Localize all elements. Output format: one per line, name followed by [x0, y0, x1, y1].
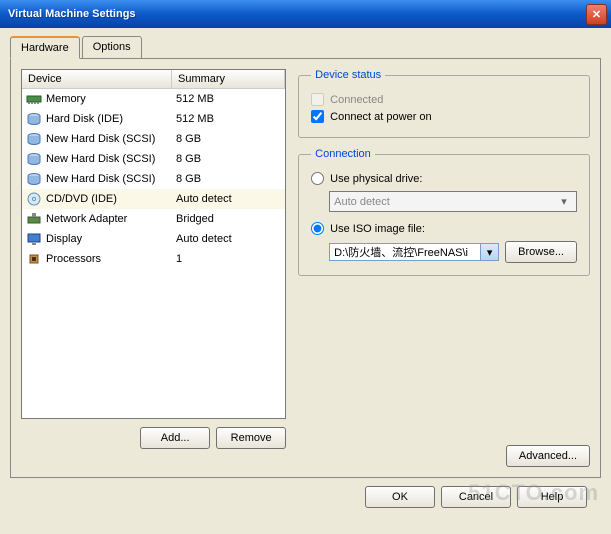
device-summary: 8 GB — [176, 133, 201, 145]
table-row[interactable]: Processors 1 — [22, 249, 285, 269]
connected-row: Connected — [311, 91, 577, 108]
device-name: New Hard Disk (SCSI) — [46, 173, 155, 185]
physical-drive-row[interactable]: Use physical drive: — [311, 170, 577, 187]
table-row[interactable]: Display Auto detect — [22, 229, 285, 249]
table-row[interactable]: New Hard Disk (SCSI) 8 GB — [22, 129, 285, 149]
physical-drive-value: Auto detect — [334, 196, 390, 208]
device-summary: Auto detect — [176, 193, 232, 205]
table-row[interactable]: CD/DVD (IDE) Auto detect — [22, 189, 285, 209]
disk-icon — [26, 131, 42, 147]
physical-drive-dropdown: Auto detect ▾ — [329, 191, 577, 212]
advanced-row: Advanced... — [298, 445, 590, 467]
chevron-down-icon: ▾ — [556, 195, 572, 208]
disk-icon — [26, 151, 42, 167]
device-status-group: Device status Connected Connect at power… — [298, 69, 590, 138]
device-summary: 1 — [176, 253, 182, 265]
iso-radio[interactable] — [311, 222, 324, 235]
physical-drive-label: Use physical drive: — [330, 173, 422, 185]
device-button-row: Add... Remove — [21, 427, 286, 449]
iso-label: Use ISO image file: — [330, 223, 425, 235]
iso-dropdown-button[interactable]: ▾ — [480, 244, 498, 260]
help-button[interactable]: Help — [517, 486, 587, 508]
cancel-button[interactable]: Cancel — [441, 486, 511, 508]
device-summary: 8 GB — [176, 153, 201, 165]
cd-icon — [26, 191, 42, 207]
close-button[interactable]: ✕ — [586, 4, 607, 25]
device-summary: Auto detect — [176, 233, 232, 245]
header-summary[interactable]: Summary — [172, 70, 285, 88]
device-name: New Hard Disk (SCSI) — [46, 153, 155, 165]
iso-combobox[interactable]: ▾ — [329, 243, 499, 261]
power-on-checkbox[interactable] — [311, 110, 324, 123]
content-area: Hardware Options Device Summary Memory 51… — [0, 28, 611, 516]
table-row[interactable]: Network Adapter Bridged — [22, 209, 285, 229]
device-summary: 8 GB — [176, 173, 201, 185]
advanced-button[interactable]: Advanced... — [506, 445, 590, 467]
device-summary: 512 MB — [176, 93, 214, 105]
add-button[interactable]: Add... — [140, 427, 210, 449]
physical-drive-radio[interactable] — [311, 172, 324, 185]
connected-checkbox — [311, 93, 324, 106]
device-summary: 512 MB — [176, 113, 214, 125]
memory-icon — [26, 91, 42, 107]
connected-label: Connected — [330, 94, 383, 106]
display-icon — [26, 231, 42, 247]
iso-input-row: ▾ Browse... — [329, 241, 577, 263]
power-on-label: Connect at power on — [330, 111, 432, 123]
device-name: Hard Disk (IDE) — [46, 113, 123, 125]
disk-icon — [26, 171, 42, 187]
chevron-down-icon: ▾ — [487, 246, 493, 259]
table-row[interactable]: New Hard Disk (SCSI) 8 GB — [22, 169, 285, 189]
table-row[interactable]: New Hard Disk (SCSI) 8 GB — [22, 149, 285, 169]
table-row[interactable]: Memory 512 MB — [22, 89, 285, 109]
network-icon — [26, 211, 42, 227]
device-table-header: Device Summary — [22, 70, 285, 89]
tab-bar: Hardware Options — [10, 36, 601, 59]
close-icon: ✕ — [592, 8, 601, 21]
titlebar: Virtual Machine Settings ✕ — [0, 0, 611, 28]
device-name: Network Adapter — [46, 213, 127, 225]
settings-panel: Device status Connected Connect at power… — [298, 69, 590, 467]
window-title: Virtual Machine Settings — [8, 8, 586, 20]
device-name: CD/DVD (IDE) — [46, 193, 117, 205]
browse-button[interactable]: Browse... — [505, 241, 577, 263]
hardware-list-panel: Device Summary Memory512 MBHard Disk (ID… — [21, 69, 286, 467]
tab-hardware[interactable]: Hardware — [10, 36, 80, 59]
remove-button[interactable]: Remove — [216, 427, 286, 449]
cpu-icon — [26, 251, 42, 267]
iso-path-input[interactable] — [330, 244, 480, 260]
device-name: New Hard Disk (SCSI) — [46, 133, 155, 145]
tab-options[interactable]: Options — [82, 36, 142, 59]
device-name: Memory — [46, 93, 86, 105]
header-device[interactable]: Device — [22, 70, 172, 88]
device-name: Display — [46, 233, 82, 245]
connection-group: Connection Use physical drive: Auto dete… — [298, 148, 590, 276]
tab-content: Device Summary Memory512 MBHard Disk (ID… — [10, 58, 601, 478]
ok-button[interactable]: OK — [365, 486, 435, 508]
table-row[interactable]: Hard Disk (IDE) 512 MB — [22, 109, 285, 129]
device-name: Processors — [46, 253, 101, 265]
disk-icon — [26, 111, 42, 127]
iso-row[interactable]: Use ISO image file: — [311, 220, 577, 237]
device-table: Device Summary Memory512 MBHard Disk (ID… — [21, 69, 286, 419]
connection-legend: Connection — [311, 148, 375, 160]
power-on-row[interactable]: Connect at power on — [311, 108, 577, 125]
device-summary: Bridged — [176, 213, 214, 225]
dialog-buttons: OK Cancel Help — [10, 478, 601, 508]
device-status-legend: Device status — [311, 69, 385, 81]
